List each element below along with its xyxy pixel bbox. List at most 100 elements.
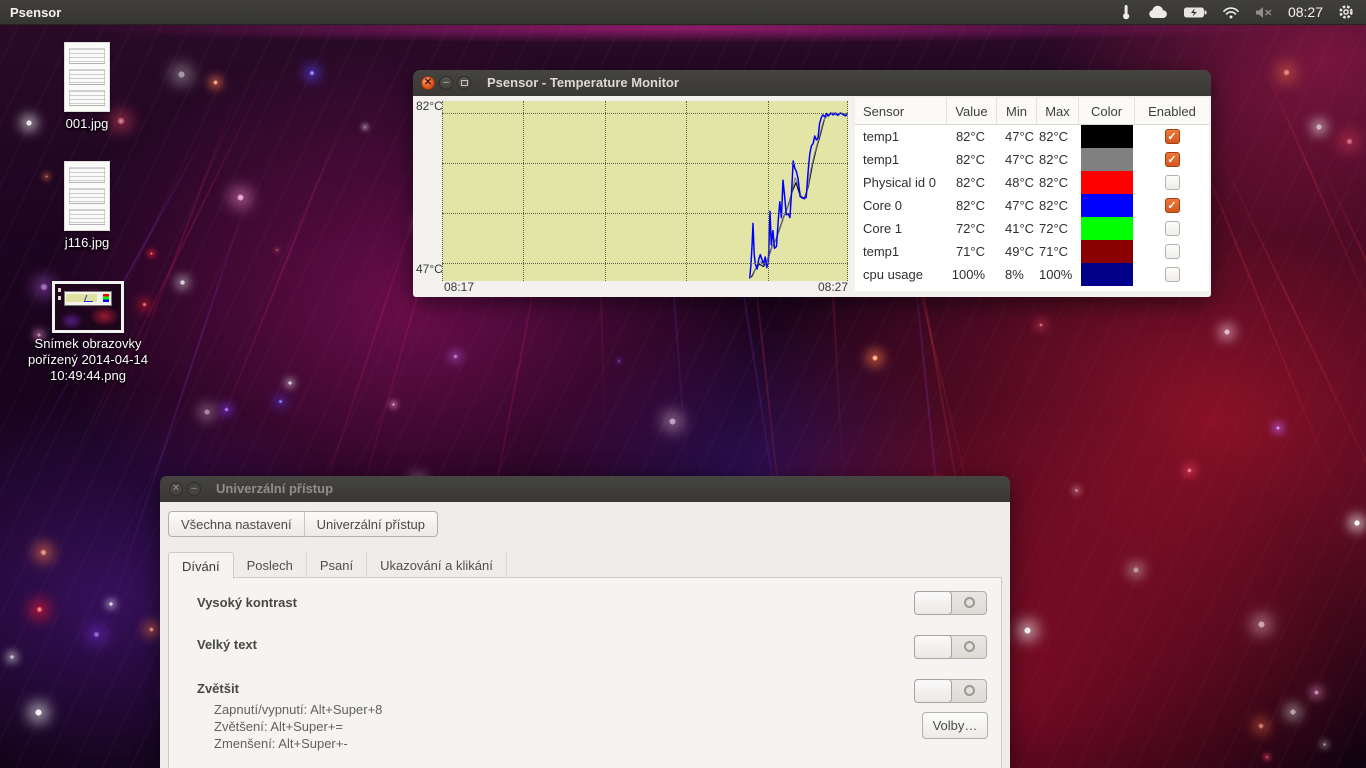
active-app-title: Psensor — [10, 5, 61, 20]
tab-bar: DíváníPoslechPsaníUkazování a klikání — [168, 551, 1002, 578]
column-header-value[interactable]: Value — [947, 98, 997, 124]
color-swatch[interactable] — [1081, 148, 1133, 171]
maximize-button[interactable] — [457, 76, 471, 90]
large-text-toggle[interactable] — [914, 635, 987, 659]
sensor-row-cpu-usage[interactable]: cpu usage100%8%100% — [855, 263, 1209, 286]
thumbnail-sketch — [69, 90, 105, 106]
thumbnail-speck — [58, 288, 61, 292]
desktop-icon-screenshot-png[interactable]: Snímek obrazovky pořízený 2014-04-14 10:… — [26, 281, 150, 385]
glow-dot — [26, 120, 32, 126]
column-header-sensor[interactable]: Sensor — [855, 98, 947, 124]
minimize-button[interactable]: – — [187, 482, 201, 496]
high-contrast-label: Vysoký kontrast — [197, 595, 297, 610]
desktop-icon-label: j116.jpg — [65, 235, 110, 251]
color-swatch[interactable] — [1081, 125, 1133, 148]
screenshot-thumbnail — [52, 281, 124, 333]
tab-divani[interactable]: Dívání — [168, 552, 234, 579]
tab-poslech[interactable]: Poslech — [234, 552, 306, 578]
sensor-table: SensorValueMinMaxColorEnabled temp182°C4… — [855, 98, 1209, 291]
column-header-color[interactable]: Color — [1079, 98, 1135, 124]
volume-muted-icon[interactable] — [1255, 6, 1273, 19]
thermometer-icon[interactable] — [1119, 4, 1133, 20]
psensor-titlebar[interactable]: ✕ – Psensor - Temperature Monitor — [413, 70, 1211, 96]
sensor-name: Core 1 — [855, 221, 947, 236]
color-swatch[interactable] — [1081, 240, 1133, 263]
session-gear-icon[interactable] — [1338, 4, 1354, 20]
toggle-handle — [914, 635, 952, 659]
sensor-value: 71°C — [947, 244, 997, 259]
column-header-max[interactable]: Max — [1037, 98, 1079, 124]
enabled-checkbox[interactable]: ✓ — [1165, 198, 1180, 213]
sensor-max: 82°C — [1037, 152, 1079, 167]
clock[interactable]: 08:27 — [1288, 4, 1323, 20]
color-swatch[interactable] — [1081, 263, 1133, 286]
tab-ukazovani-a-klikani[interactable]: Ukazování a klikání — [366, 552, 507, 578]
glow-dot — [1290, 709, 1296, 715]
weather-cloud-icon[interactable] — [1148, 5, 1168, 19]
enabled-checkbox[interactable] — [1165, 221, 1180, 236]
glow-dot — [149, 627, 154, 632]
enabled-checkbox[interactable] — [1165, 267, 1180, 282]
glow-dot — [392, 403, 395, 406]
universal-access-crumb-button[interactable]: Univerzální přístup — [304, 511, 438, 537]
zoom-options-button[interactable]: Volby… — [922, 712, 988, 739]
glow-dot — [1187, 468, 1192, 473]
glow-dot — [40, 549, 47, 556]
y-axis-min-label: 47°C — [416, 262, 443, 276]
glow-dot — [36, 606, 43, 613]
tab-psani[interactable]: Psaní — [306, 552, 366, 578]
desktop-icon-001-jpg[interactable]: 001.jpg — [32, 42, 142, 133]
indicator-area: 08:27 — [1119, 4, 1354, 20]
sensor-row-temp1[interactable]: temp182°C47°C82°C✓ — [855, 125, 1209, 148]
glow-dot — [1354, 520, 1360, 526]
chart-canvas — [442, 101, 848, 281]
image-thumbnail — [64, 42, 110, 112]
sensor-value: 82°C — [947, 175, 997, 190]
settings-titlebar[interactable]: ✕ – Univerzální přístup — [160, 476, 1010, 502]
top-panel: Psensor 08:27 — [0, 0, 1366, 25]
high-contrast-toggle[interactable] — [914, 591, 987, 615]
gridline-horizontal — [442, 263, 848, 264]
minimize-button[interactable]: – — [439, 76, 453, 90]
glow-dot — [1276, 426, 1280, 430]
toggle-handle — [914, 679, 952, 703]
sensor-min: 47°C — [997, 198, 1037, 213]
sensor-row-core-1[interactable]: Core 172°C41°C72°C — [855, 217, 1209, 240]
enabled-checkbox[interactable] — [1165, 175, 1180, 190]
zoom-toggle[interactable] — [914, 679, 987, 703]
desktop-icon-label: Snímek obrazovky pořízený 2014-04-14 10:… — [26, 336, 150, 384]
glow-dot — [1075, 489, 1078, 492]
sensor-row-temp1[interactable]: temp182°C47°C82°C✓ — [855, 148, 1209, 171]
sensor-value: 82°C — [947, 198, 997, 213]
light-streak — [190, 110, 348, 499]
glow-dot — [1283, 69, 1290, 76]
wifi-icon[interactable] — [1222, 6, 1240, 19]
battery-icon[interactable] — [1183, 6, 1207, 19]
enabled-checkbox[interactable]: ✓ — [1165, 152, 1180, 167]
enabled-checkbox[interactable] — [1165, 244, 1180, 259]
color-swatch[interactable] — [1081, 171, 1133, 194]
glow-dot — [1316, 124, 1322, 130]
close-button[interactable]: ✕ — [169, 482, 183, 496]
column-header-min[interactable]: Min — [997, 98, 1037, 124]
color-swatch[interactable] — [1081, 217, 1133, 240]
desktop-icon-j116-jpg[interactable]: j116.jpg — [32, 161, 142, 252]
close-button[interactable]: ✕ — [421, 76, 435, 90]
thumbnail-speck — [58, 296, 61, 300]
sensor-name: temp1 — [855, 129, 947, 144]
color-swatch[interactable] — [1081, 194, 1133, 217]
light-streak — [1263, 65, 1366, 353]
enabled-checkbox[interactable]: ✓ — [1165, 129, 1180, 144]
toggle-off-mark — [964, 641, 975, 652]
thumbnail-sketch — [69, 69, 105, 85]
sensor-row-temp1[interactable]: temp171°C49°C71°C — [855, 240, 1209, 263]
column-header-enabled[interactable]: Enabled — [1135, 98, 1209, 124]
gridline-vertical — [768, 101, 769, 281]
sensor-row-physical-id-0[interactable]: Physical id 082°C48°C82°C — [855, 171, 1209, 194]
thumbnail-mini-colors — [103, 294, 109, 302]
temperature-chart[interactable] — [442, 101, 848, 281]
sensor-row-core-0[interactable]: Core 082°C47°C82°C✓ — [855, 194, 1209, 217]
glow-dot — [872, 355, 878, 361]
all-settings-button[interactable]: Všechna nastavení — [168, 511, 304, 537]
image-thumbnail — [64, 161, 110, 231]
